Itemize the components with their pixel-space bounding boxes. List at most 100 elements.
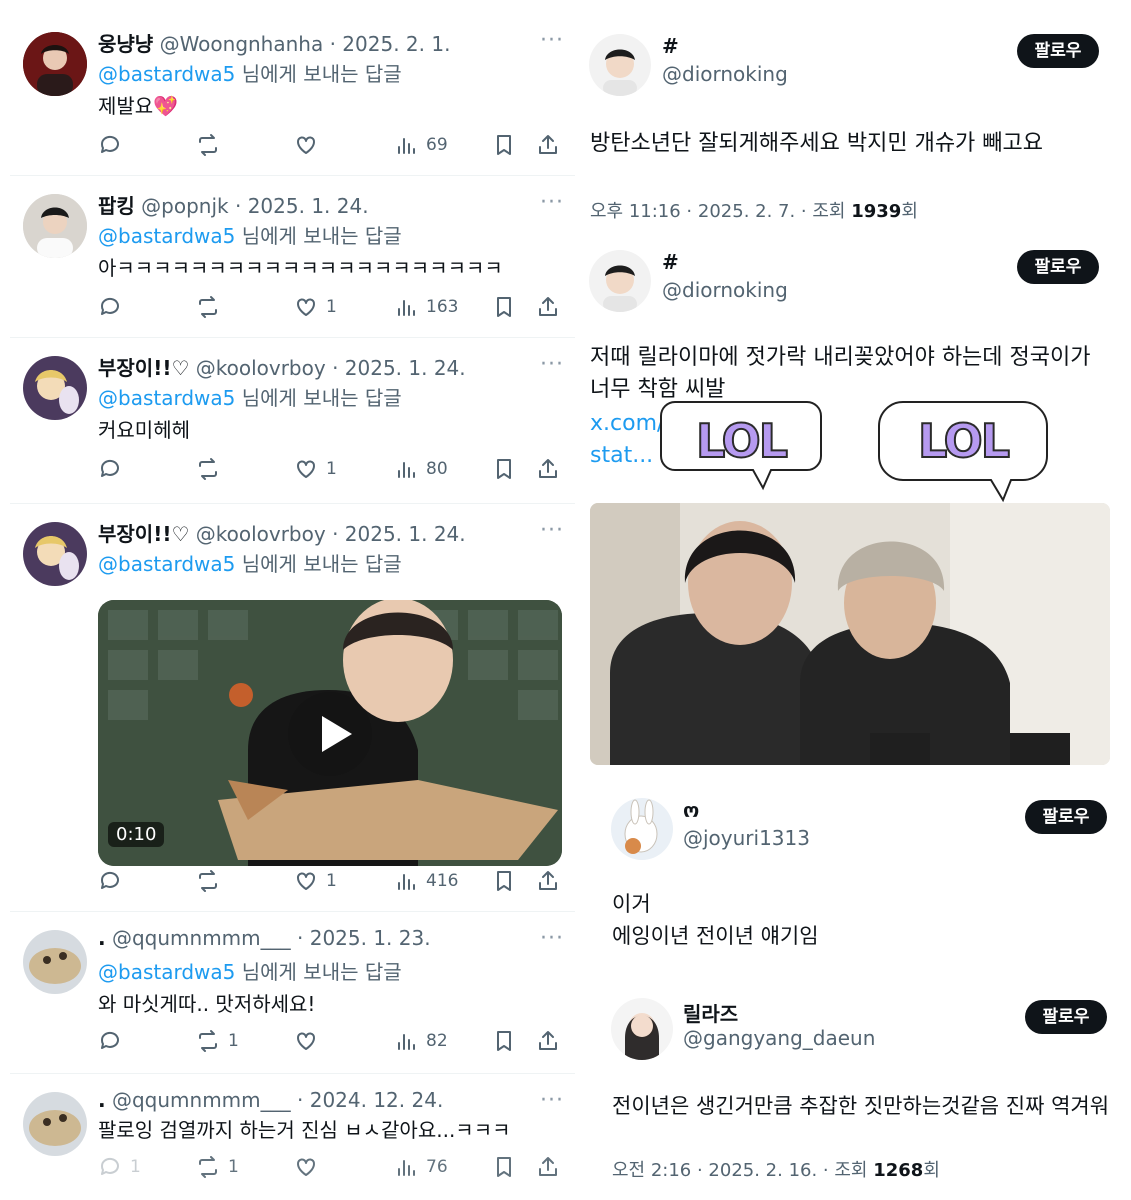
timestamp[interactable]: · 2025. 1. 24. <box>235 194 369 218</box>
avatar[interactable] <box>23 194 87 258</box>
user-handle[interactable]: @qqumnmmm___ <box>112 1088 291 1112</box>
display-name[interactable]: 릴라즈 <box>683 998 738 1027</box>
display-name[interactable]: # <box>662 250 679 274</box>
tweet-link[interactable]: x.com/ <box>590 408 664 440</box>
bookmark-button[interactable] <box>492 1152 516 1182</box>
timestamp[interactable]: 오후 11:16 · 2025. 2. 7. · 조회 <box>590 201 851 222</box>
reply-button[interactable] <box>98 866 122 896</box>
like-button[interactable]: 1 <box>294 866 337 896</box>
mention-link[interactable]: @bastardwa5 <box>98 224 235 248</box>
reply-button[interactable] <box>98 292 122 322</box>
reply-card[interactable]: 웅냥냥 @Woongnhanha · 2025. 2. 1. ··· @bast… <box>10 28 575 176</box>
avatar[interactable] <box>611 998 673 1060</box>
bookmark-button[interactable] <box>492 1026 516 1056</box>
views-button[interactable]: 416 <box>394 866 458 896</box>
follow-button[interactable]: 팔로우 <box>1025 1000 1107 1034</box>
views-button[interactable]: 69 <box>394 130 448 160</box>
tweet-photo[interactable] <box>590 503 1110 765</box>
avatar[interactable] <box>23 522 87 586</box>
reply-button[interactable] <box>98 454 122 484</box>
display-name[interactable]: 부장이!!♡ <box>98 522 189 546</box>
display-name[interactable]: 웅냥냥 <box>98 32 153 56</box>
bookmark-button[interactable] <box>492 292 516 322</box>
more-options-icon[interactable]: ··· <box>540 190 564 215</box>
timestamp[interactable]: · 2025. 1. 24. <box>332 522 466 546</box>
share-button[interactable] <box>536 130 560 160</box>
timestamp[interactable]: 오전 2:16 · 2025. 2. 16. · 조회 <box>612 1160 873 1181</box>
like-button[interactable] <box>294 1152 326 1182</box>
avatar[interactable] <box>23 32 87 96</box>
user-handle[interactable]: @joyuri1313 <box>683 826 810 850</box>
user-handle[interactable]: @gangyang_daeun <box>683 1026 875 1050</box>
more-options-icon[interactable]: ··· <box>540 926 564 951</box>
avatar[interactable] <box>589 250 651 312</box>
more-options-icon[interactable]: ··· <box>540 1088 564 1113</box>
retweet-button[interactable]: 1 <box>196 1152 239 1182</box>
avatar[interactable] <box>23 930 87 994</box>
reply-card[interactable]: 부장이!!♡ @koolovrboy · 2025. 1. 24. ··· @b… <box>10 352 575 504</box>
bookmark-button[interactable] <box>492 866 516 896</box>
user-handle[interactable]: @Woongnhanha <box>160 32 324 56</box>
display-name[interactable]: . <box>98 926 106 950</box>
retweet-button[interactable] <box>196 292 228 322</box>
follow-button[interactable]: 팔로우 <box>1025 800 1107 834</box>
bookmark-button[interactable] <box>492 454 516 484</box>
timestamp[interactable]: · 2024. 12. 24. <box>297 1088 443 1112</box>
retweet-button[interactable] <box>196 130 228 160</box>
reply-card[interactable]: 부장이!!♡ @koolovrboy · 2025. 1. 24. ··· @b… <box>10 518 575 912</box>
more-options-icon[interactable]: ··· <box>540 352 564 377</box>
like-button[interactable] <box>294 1026 326 1056</box>
mention-link[interactable]: @bastardwa5 <box>98 552 235 576</box>
display-name[interactable]: 팝킹 <box>98 194 135 218</box>
reply-card[interactable]: . @qqumnmmm___ · 2024. 12. 24. ··· 팔로잉 검… <box>10 1088 575 1200</box>
video-player[interactable]: 0:10 <box>98 600 562 866</box>
user-handle[interactable]: @popnjk <box>141 194 228 218</box>
avatar[interactable] <box>611 798 673 860</box>
views-button[interactable]: 82 <box>394 1026 448 1056</box>
reply-button[interactable] <box>98 130 122 160</box>
user-handle[interactable]: @koolovrboy <box>196 356 326 380</box>
share-button[interactable] <box>536 1152 560 1182</box>
more-options-icon[interactable]: ··· <box>540 518 564 543</box>
retweet-button[interactable]: 1 <box>196 1026 239 1056</box>
timestamp[interactable]: · 2025. 2. 1. <box>330 32 451 56</box>
play-button[interactable] <box>288 692 372 776</box>
like-button[interactable]: 1 <box>294 454 337 484</box>
display-name[interactable]: ო <box>683 798 699 822</box>
follow-button[interactable]: 팔로우 <box>1017 34 1099 68</box>
follow-button[interactable]: 팔로우 <box>1017 250 1099 284</box>
retweet-button[interactable] <box>196 866 228 896</box>
mention-link[interactable]: @bastardwa5 <box>98 960 235 984</box>
avatar[interactable] <box>23 356 87 420</box>
tweet-link[interactable]: stat... <box>590 440 653 472</box>
views-button[interactable]: 80 <box>394 454 448 484</box>
bookmark-button[interactable] <box>492 130 516 160</box>
like-button[interactable] <box>294 130 326 160</box>
display-name[interactable]: 부장이!!♡ <box>98 356 189 380</box>
share-button[interactable] <box>536 292 560 322</box>
user-handle[interactable]: @koolovrboy <box>196 522 326 546</box>
mention-link[interactable]: @bastardwa5 <box>98 386 235 410</box>
views-button[interactable]: 76 <box>394 1152 448 1182</box>
reply-card[interactable]: . @qqumnmmm___ · 2025. 1. 23. ··· @basta… <box>10 926 575 1074</box>
mention-link[interactable]: @bastardwa5 <box>98 62 235 86</box>
share-button[interactable] <box>536 1026 560 1056</box>
reply-button[interactable] <box>98 1026 122 1056</box>
user-handle[interactable]: @diornoking <box>662 278 788 302</box>
avatar[interactable] <box>23 1092 87 1156</box>
retweet-button[interactable] <box>196 454 228 484</box>
like-button[interactable]: 1 <box>294 292 337 322</box>
user-handle[interactable]: @qqumnmmm___ <box>112 926 291 950</box>
reply-button[interactable]: 1 <box>98 1152 141 1182</box>
timestamp[interactable]: · 2025. 1. 24. <box>332 356 466 380</box>
views-button[interactable]: 163 <box>394 292 458 322</box>
display-name[interactable]: . <box>98 1088 106 1112</box>
timestamp[interactable]: · 2025. 1. 23. <box>297 926 431 950</box>
reply-card[interactable]: 팝킹 @popnjk · 2025. 1. 24. ··· @bastardwa… <box>10 190 575 338</box>
share-button[interactable] <box>536 454 560 484</box>
user-handle[interactable]: @diornoking <box>662 62 788 86</box>
avatar[interactable] <box>589 34 651 96</box>
share-button[interactable] <box>536 866 560 896</box>
more-options-icon[interactable]: ··· <box>540 28 564 53</box>
display-name[interactable]: # <box>662 34 679 58</box>
